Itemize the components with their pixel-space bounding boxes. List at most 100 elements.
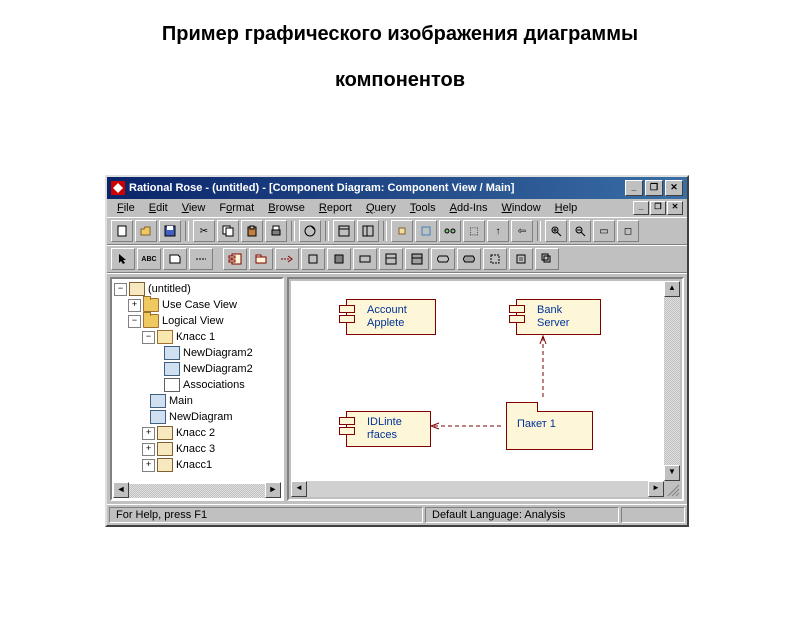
scroll-left-button[interactable]: ◄ — [291, 481, 307, 497]
zoom-in-button[interactable] — [545, 220, 567, 242]
menu-tools[interactable]: Tools — [404, 201, 442, 215]
window-title: Rational Rose - (untitled) - [Component … — [129, 182, 625, 194]
tree-scroll-left[interactable]: ◄ — [113, 482, 129, 498]
task-body-tool[interactable] — [457, 248, 481, 270]
view-browser-button[interactable] — [333, 220, 355, 242]
tree-scroll-right[interactable]: ► — [265, 482, 281, 498]
scroll-down-button[interactable]: ▼ — [664, 465, 680, 481]
browse-prev-button[interactable]: ⇦ — [511, 220, 533, 242]
tree-root[interactable]: −(untitled) — [112, 281, 282, 297]
folder-open-icon — [157, 330, 173, 344]
tree-use-case-view[interactable]: +Use Case View — [112, 297, 282, 313]
menu-browse[interactable]: Browse — [262, 201, 311, 215]
help-button[interactable] — [299, 220, 321, 242]
cut-button[interactable]: ✂ — [193, 220, 215, 242]
tree-scroll-track[interactable] — [129, 484, 265, 498]
tree-class3[interactable]: +Класс 3 — [112, 441, 282, 457]
browse-component-button[interactable] — [439, 220, 461, 242]
close-button[interactable]: ✕ — [665, 180, 683, 196]
diagram-toolbox: ABC — [107, 245, 687, 273]
package-tool[interactable] — [249, 248, 273, 270]
database-tool[interactable] — [535, 248, 559, 270]
undo-fit-button[interactable]: ◻ — [617, 220, 639, 242]
menu-query[interactable]: Query — [360, 201, 402, 215]
browse-use-case-button[interactable] — [415, 220, 437, 242]
assoc-icon — [164, 378, 180, 392]
resize-grip[interactable] — [664, 481, 680, 497]
tree-class1[interactable]: −Класс 1 — [112, 329, 282, 345]
dependency-tool[interactable] — [275, 248, 299, 270]
mdi-minimize-button[interactable]: _ — [633, 201, 649, 215]
zoom-out-button[interactable] — [569, 220, 591, 242]
tree-class2[interactable]: +Класс 2 — [112, 425, 282, 441]
status-extra — [621, 507, 685, 523]
text-tool[interactable]: ABC — [137, 248, 161, 270]
folder-icon — [143, 298, 159, 312]
diagram-hscroll[interactable]: ◄ ► — [291, 481, 664, 497]
mdi-close-button[interactable]: ✕ — [667, 201, 683, 215]
component-tool[interactable] — [223, 248, 247, 270]
browse-parent-button[interactable]: ↑ — [487, 220, 509, 242]
copy-button[interactable] — [217, 220, 239, 242]
diagram-canvas[interactable]: Account Applete Bank Server IDLinte rfac… — [291, 281, 664, 481]
browse-class-button[interactable] — [391, 220, 413, 242]
statusbar: For Help, press F1 Default Language: Ana… — [107, 504, 687, 525]
print-button[interactable] — [265, 220, 287, 242]
diagram-icon — [150, 394, 166, 408]
component-bank-server[interactable]: Bank Server — [516, 299, 601, 335]
menu-edit[interactable]: Edit — [143, 201, 174, 215]
tree-class1b[interactable]: +Класс1 — [112, 457, 282, 473]
diagram-vscroll[interactable]: ▲ ▼ — [664, 281, 680, 481]
menu-view[interactable]: View — [176, 201, 212, 215]
note-tool[interactable] — [163, 248, 187, 270]
workspace: −(untitled) +Use Case View −Logical View… — [107, 273, 687, 504]
menu-help[interactable]: Help — [549, 201, 584, 215]
task-spec-tool[interactable] — [431, 248, 455, 270]
package-body-tool[interactable] — [405, 248, 429, 270]
scroll-up-button[interactable]: ▲ — [664, 281, 680, 297]
class-icon — [157, 426, 173, 440]
mdi-restore-button[interactable]: ❐ — [650, 201, 666, 215]
status-help: For Help, press F1 — [109, 507, 423, 523]
component-account-applete[interactable]: Account Applete — [346, 299, 436, 335]
generic-package-tool[interactable] — [509, 248, 533, 270]
subprogram-body-tool[interactable] — [327, 248, 351, 270]
standard-toolbar: ✂ ⬚ ↑ ⇦ ▭ ◻ — [107, 217, 687, 245]
subprogram-spec-tool[interactable] — [301, 248, 325, 270]
slide-title-line2: компонентов — [40, 66, 760, 94]
tree-newdiag2[interactable]: NewDiagram2 — [112, 361, 282, 377]
open-button[interactable] — [135, 220, 157, 242]
generic-subprogram-tool[interactable] — [483, 248, 507, 270]
slide-title: Пример графического изображения диаграмм… — [40, 20, 760, 94]
main-program-tool[interactable] — [353, 248, 377, 270]
view-doc-button[interactable] — [357, 220, 379, 242]
browser-tree[interactable]: −(untitled) +Use Case View −Logical View… — [110, 277, 284, 501]
new-button[interactable] — [111, 220, 133, 242]
browse-deployment-button[interactable]: ⬚ — [463, 220, 485, 242]
component-idl-interfaces[interactable]: IDLinte rfaces — [346, 411, 431, 447]
menu-file[interactable]: File — [111, 201, 141, 215]
zoom-fit-button[interactable]: ▭ — [593, 220, 615, 242]
status-language: Default Language: Analysis — [425, 507, 619, 523]
package-spec-tool[interactable] — [379, 248, 403, 270]
menu-addins[interactable]: Add-Ins — [444, 201, 494, 215]
tree-logical-view[interactable]: −Logical View — [112, 313, 282, 329]
maximize-button[interactable]: ❐ — [645, 180, 663, 196]
tree-newdiag1[interactable]: NewDiagram2 — [112, 345, 282, 361]
menubar: File Edit View Format Browse Report Quer… — [107, 199, 687, 217]
menu-window[interactable]: Window — [496, 201, 547, 215]
paste-button[interactable] — [241, 220, 263, 242]
scroll-right-button[interactable]: ► — [648, 481, 664, 497]
diagram-icon — [164, 346, 180, 360]
folder-icon — [143, 314, 159, 328]
menu-format[interactable]: Format — [213, 201, 260, 215]
save-button[interactable] — [159, 220, 181, 242]
pointer-tool[interactable] — [111, 248, 135, 270]
tree-newdiagram[interactable]: NewDiagram — [112, 409, 282, 425]
package-paket1[interactable]: Пакет 1 — [506, 411, 593, 450]
anchor-tool[interactable] — [189, 248, 213, 270]
minimize-button[interactable]: _ — [625, 180, 643, 196]
tree-associations[interactable]: Associations — [112, 377, 282, 393]
menu-report[interactable]: Report — [313, 201, 358, 215]
tree-main[interactable]: Main — [112, 393, 282, 409]
